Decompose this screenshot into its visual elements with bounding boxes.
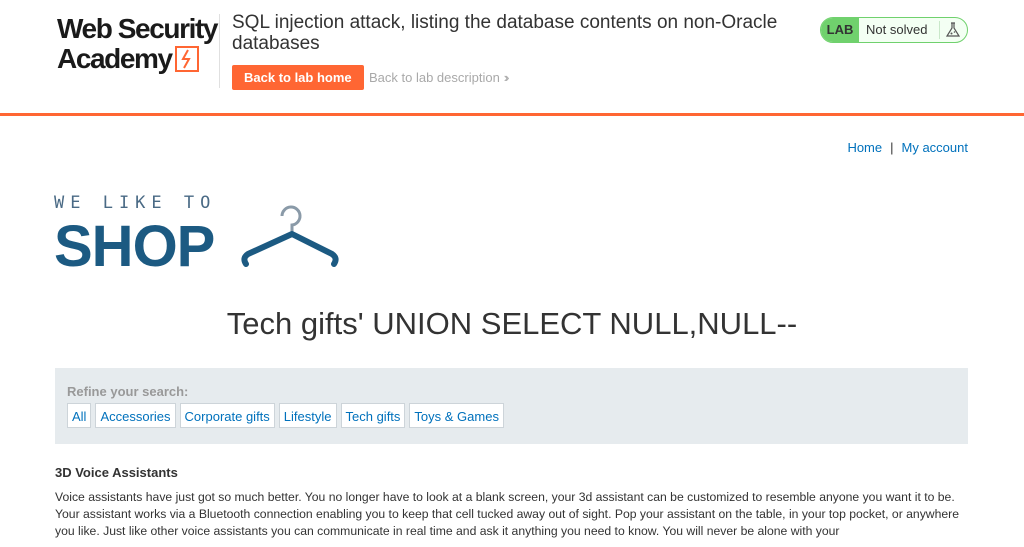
lab-status-text: Not solved [866,22,928,37]
filter-tech-gifts[interactable]: Tech gifts [340,403,406,428]
back-to-lab-description-link[interactable]: Back to lab description ›› [369,70,509,85]
shop-logo: WE LIKE TO SHOP [54,193,216,277]
filter-lifestyle[interactable]: Lifestyle [278,403,337,428]
academy-header: Web Security Academy SQL injection attac… [0,0,1024,116]
nav-separator: | [890,140,894,155]
home-link[interactable]: Home [847,140,882,155]
product-title: 3D Voice Assistants [55,465,178,480]
filter-panel: Refine your search: All Accessories Corp… [55,368,968,444]
filter-label: Refine your search: [67,384,189,399]
shop-logo-tagline: WE LIKE TO [54,193,217,213]
top-nav: Home | My account [847,140,968,155]
search-results-heading: Tech gifts' UNION SELECT NULL,NULL-- [226,306,798,341]
back-to-lab-home-button[interactable]: Back to lab home [232,65,364,90]
logo-line-1: Web Security [57,13,218,44]
hanger-icon [241,205,339,267]
lab-title: SQL injection attack, listing the databa… [232,12,778,54]
shop-logo-wordmark: SHOP [54,214,215,279]
web-security-academy-logo[interactable]: Web Security Academy [57,14,219,78]
back-to-lab-description-label: Back to lab description [369,70,500,85]
filter-list: All Accessories Corporate gifts Lifestyl… [67,403,504,428]
flask-icon [945,22,961,37]
filter-accessories[interactable]: Accessories [95,403,176,428]
bolt-icon [181,49,191,69]
product-description: Voice assistants have just got so much b… [55,490,959,538]
filter-toys-games[interactable]: Toys & Games [409,403,504,428]
lab-badge: LAB [821,18,859,42]
my-account-link[interactable]: My account [902,140,968,155]
filter-all[interactable]: All [67,403,92,428]
status-divider [939,21,940,39]
lab-status-widget: LAB Not solved [820,17,968,43]
chevron-right-icon: ›› [503,70,509,85]
filter-corporate-gifts[interactable]: Corporate gifts [179,403,275,428]
header-divider [219,14,220,88]
